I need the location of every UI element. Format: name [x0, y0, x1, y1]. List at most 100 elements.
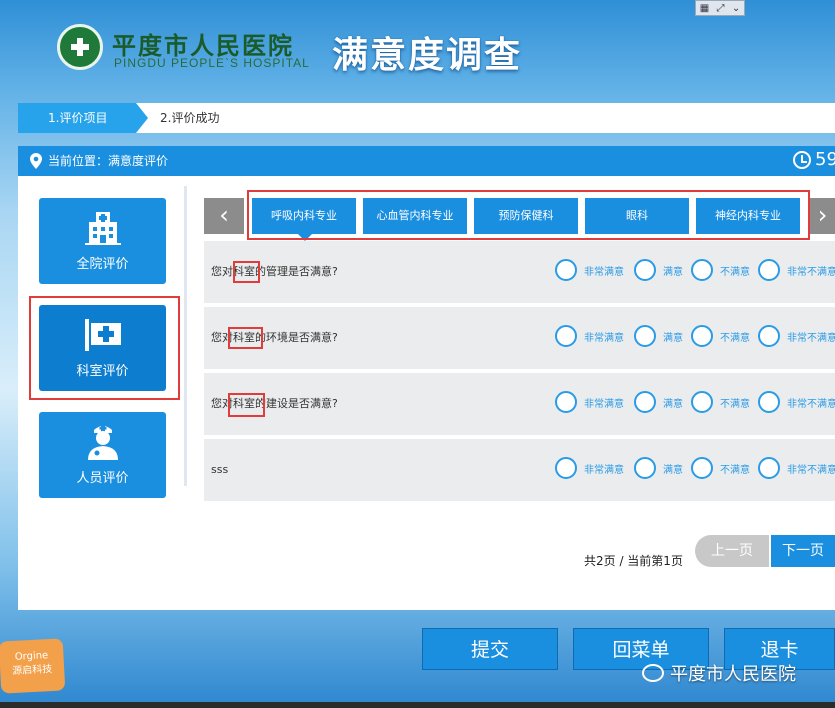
radio-button[interactable] [555, 259, 577, 281]
sidebar-item-label: 人员评价 [76, 471, 129, 486]
radio-button[interactable] [691, 457, 713, 479]
radio-button[interactable] [555, 457, 577, 479]
progress-steps: 1.评价项目 2.评价成功 [18, 103, 835, 133]
question-text: sss [211, 463, 229, 476]
location-pin-icon [30, 153, 42, 169]
sidebar-divider [184, 186, 187, 486]
sidebar-item-label: 科室评价 [76, 364, 129, 379]
radio-button[interactable] [555, 325, 577, 347]
option-very-satisfied[interactable]: 非常满意 [555, 259, 624, 281]
radio-button[interactable] [758, 457, 780, 479]
radio-button[interactable] [758, 325, 780, 347]
option-label: 非常满意 [584, 332, 624, 344]
sidebar-item-department-eval[interactable]: 科室评价 [39, 305, 166, 391]
window-controls[interactable]: ▦ ⤢ ⌄ [695, 0, 745, 16]
radio-button[interactable] [555, 391, 577, 413]
option-satisfied[interactable]: 满意 [634, 259, 683, 281]
option-very-satisfied[interactable]: 非常满意 [555, 457, 624, 479]
option-unsatisfied[interactable]: 不满意 [691, 325, 750, 347]
countdown-timer: 59 [793, 149, 835, 170]
step-evaluate-success: 2.评价成功 [160, 111, 220, 125]
taskbar-strip [0, 702, 835, 708]
option-satisfied[interactable]: 满意 [634, 457, 683, 479]
sidebar-item-label: 全院评价 [76, 257, 129, 272]
wechat-icon [642, 664, 664, 682]
option-very-satisfied[interactable]: 非常满意 [555, 391, 624, 413]
tab-respiratory[interactable]: 呼吸内科专业 [252, 198, 356, 241]
doctor-icon [88, 425, 118, 460]
sidebar-item-staff-eval[interactable]: 人员评价 [39, 412, 166, 498]
app-header: 平度市人民医院 PINGDU PEOPLE`S HOSPITAL 满意度调查 ▦… [0, 0, 835, 100]
option-label: 非常不满意 [787, 332, 835, 344]
option-label: 满意 [663, 266, 683, 278]
option-very-unsatisfied[interactable]: 非常不满意 [758, 259, 835, 281]
option-very-satisfied[interactable]: 非常满意 [555, 325, 624, 347]
option-satisfied[interactable]: 满意 [634, 391, 683, 413]
breadcrumb: 当前位置：满意度评价 [48, 154, 169, 168]
option-satisfied[interactable]: 满意 [634, 325, 683, 347]
option-label: 非常满意 [584, 398, 624, 410]
option-label: 非常不满意 [787, 266, 835, 278]
option-label: 不满意 [720, 464, 750, 476]
option-label: 满意 [663, 332, 683, 344]
question-row: 您对科室的环境是否满意? 非常满意 满意 不满意 非常不满意 [204, 307, 835, 369]
option-label: 非常满意 [584, 266, 624, 278]
vendor-badge: Orgine 源启科技 [0, 638, 66, 694]
tab-neurology[interactable]: 神经内科专业 [696, 198, 800, 234]
question-row: 您对科室的建设是否满意? 非常满意 满意 不满意 非常不满意 [204, 373, 835, 435]
option-very-unsatisfied[interactable]: 非常不满意 [758, 325, 835, 347]
option-label: 不满意 [720, 332, 750, 344]
chevron-down-icon[interactable]: ⌄ [732, 3, 740, 14]
watermark-text: 平度市人民医院 [670, 664, 796, 685]
option-label: 满意 [663, 464, 683, 476]
timer-value: 59 [815, 149, 835, 170]
tab-scroll-right-button[interactable]: › [810, 198, 835, 234]
question-text: 您对科室的建设是否满意? [211, 397, 338, 410]
tab-cardiovascular[interactable]: 心血管内科专业 [363, 198, 467, 234]
watermark: 平度市人民医院 [642, 660, 796, 686]
submit-button[interactable]: 提交 [422, 628, 558, 670]
radio-button[interactable] [691, 325, 713, 347]
option-unsatisfied[interactable]: 不满意 [691, 391, 750, 413]
grid-icon[interactable]: ▦ [700, 3, 709, 14]
radio-button[interactable] [758, 259, 780, 281]
alarm-clock-icon [793, 150, 811, 169]
radio-button[interactable] [634, 457, 656, 479]
prev-page-button[interactable]: 上一页 [695, 535, 769, 567]
hospital-building-icon [85, 212, 121, 245]
option-label: 不满意 [720, 398, 750, 410]
question-row: 您对科室的管理是否满意? 非常满意 满意 不满意 非常不满意 [204, 241, 835, 303]
page-info: 共2页 / 当前第1页 [584, 554, 683, 568]
hospital-logo [57, 24, 103, 70]
option-unsatisfied[interactable]: 不满意 [691, 457, 750, 479]
radio-button[interactable] [634, 325, 656, 347]
option-label: 非常满意 [584, 464, 624, 476]
question-text: 您对科室的管理是否满意? [211, 265, 338, 278]
radio-button[interactable] [758, 391, 780, 413]
next-page-button[interactable]: 下一页 [771, 535, 835, 567]
option-unsatisfied[interactable]: 不满意 [691, 259, 750, 281]
option-very-unsatisfied[interactable]: 非常不满意 [758, 457, 835, 479]
sidebar-item-hospital-eval[interactable]: 全院评价 [39, 198, 166, 284]
tab-scroll-left-button[interactable]: ‹ [204, 198, 244, 234]
expand-icon[interactable]: ⤢ [717, 3, 725, 14]
option-label: 满意 [663, 398, 683, 410]
vendor-badge-line2: 源启科技 [11, 663, 53, 678]
option-very-unsatisfied[interactable]: 非常不满意 [758, 391, 835, 413]
option-label: 非常不满意 [787, 464, 835, 476]
survey-title: 满意度调查 [332, 34, 523, 75]
tab-preventive-care[interactable]: 预防保健科 [474, 198, 578, 234]
step-evaluate-items: 1.评价项目 [18, 103, 148, 133]
tab-ophthalmology[interactable]: 眼科 [585, 198, 689, 234]
radio-button[interactable] [634, 259, 656, 281]
question-text: 您对科室的环境是否满意? [211, 331, 338, 344]
department-cross-icon [85, 319, 121, 351]
location-bar: 当前位置：满意度评价 59 [18, 146, 835, 176]
hospital-name-en: PINGDU PEOPLE`S HOSPITAL [114, 56, 310, 70]
option-label: 不满意 [720, 266, 750, 278]
option-label: 非常不满意 [787, 398, 835, 410]
radio-button[interactable] [634, 391, 656, 413]
radio-button[interactable] [691, 391, 713, 413]
radio-button[interactable] [691, 259, 713, 281]
question-row: sss 非常满意 满意 不满意 非常不满意 [204, 439, 835, 501]
